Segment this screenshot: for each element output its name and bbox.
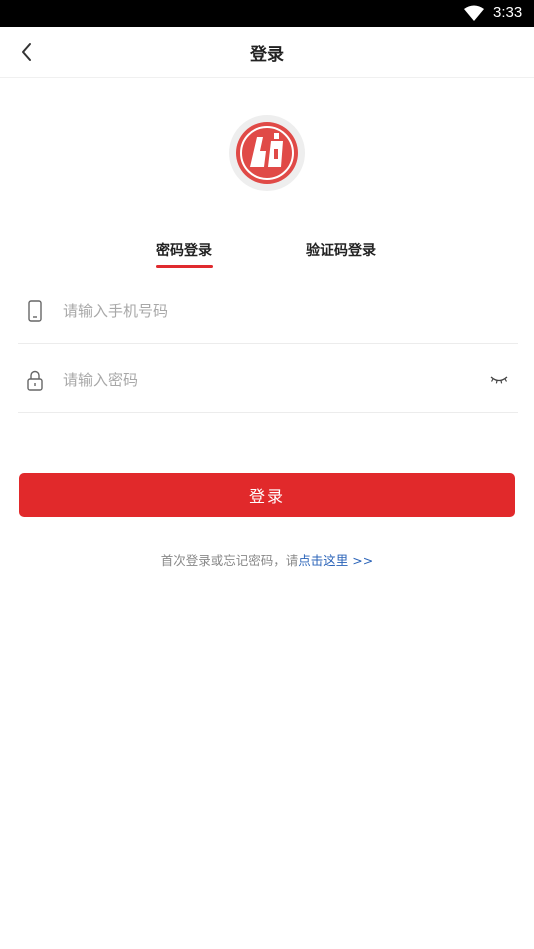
nav-bar: 登录 <box>0 27 534 78</box>
phone-field-row <box>18 276 518 344</box>
tab-code-login[interactable]: 验证码登录 <box>306 240 376 260</box>
phone-input[interactable] <box>63 298 463 324</box>
click-here-link[interactable]: 点击这里 >> <box>298 553 373 568</box>
eye-closed-icon[interactable] <box>489 373 509 387</box>
logo-mark-icon <box>236 122 298 184</box>
hint-text: 首次登录或忘记密码，请 <box>160 553 299 568</box>
password-input[interactable] <box>63 367 463 393</box>
status-time: 3:33 <box>493 4 523 21</box>
password-field-row <box>18 345 518 413</box>
app-logo <box>229 115 305 191</box>
login-button[interactable]: 登录 <box>19 473 515 517</box>
wifi-icon <box>464 5 484 21</box>
tab-password-login[interactable]: 密码登录 <box>156 240 212 260</box>
phone-icon <box>28 300 42 322</box>
page-title: 登录 <box>250 45 284 65</box>
status-bar: 3:33 <box>0 0 534 27</box>
login-tabs: 密码登录 验证码登录 <box>0 240 534 270</box>
lock-icon <box>27 370 43 391</box>
active-tab-indicator <box>156 265 213 268</box>
first-login-hint: 首次登录或忘记密码，请点击这里 >> <box>0 550 534 569</box>
